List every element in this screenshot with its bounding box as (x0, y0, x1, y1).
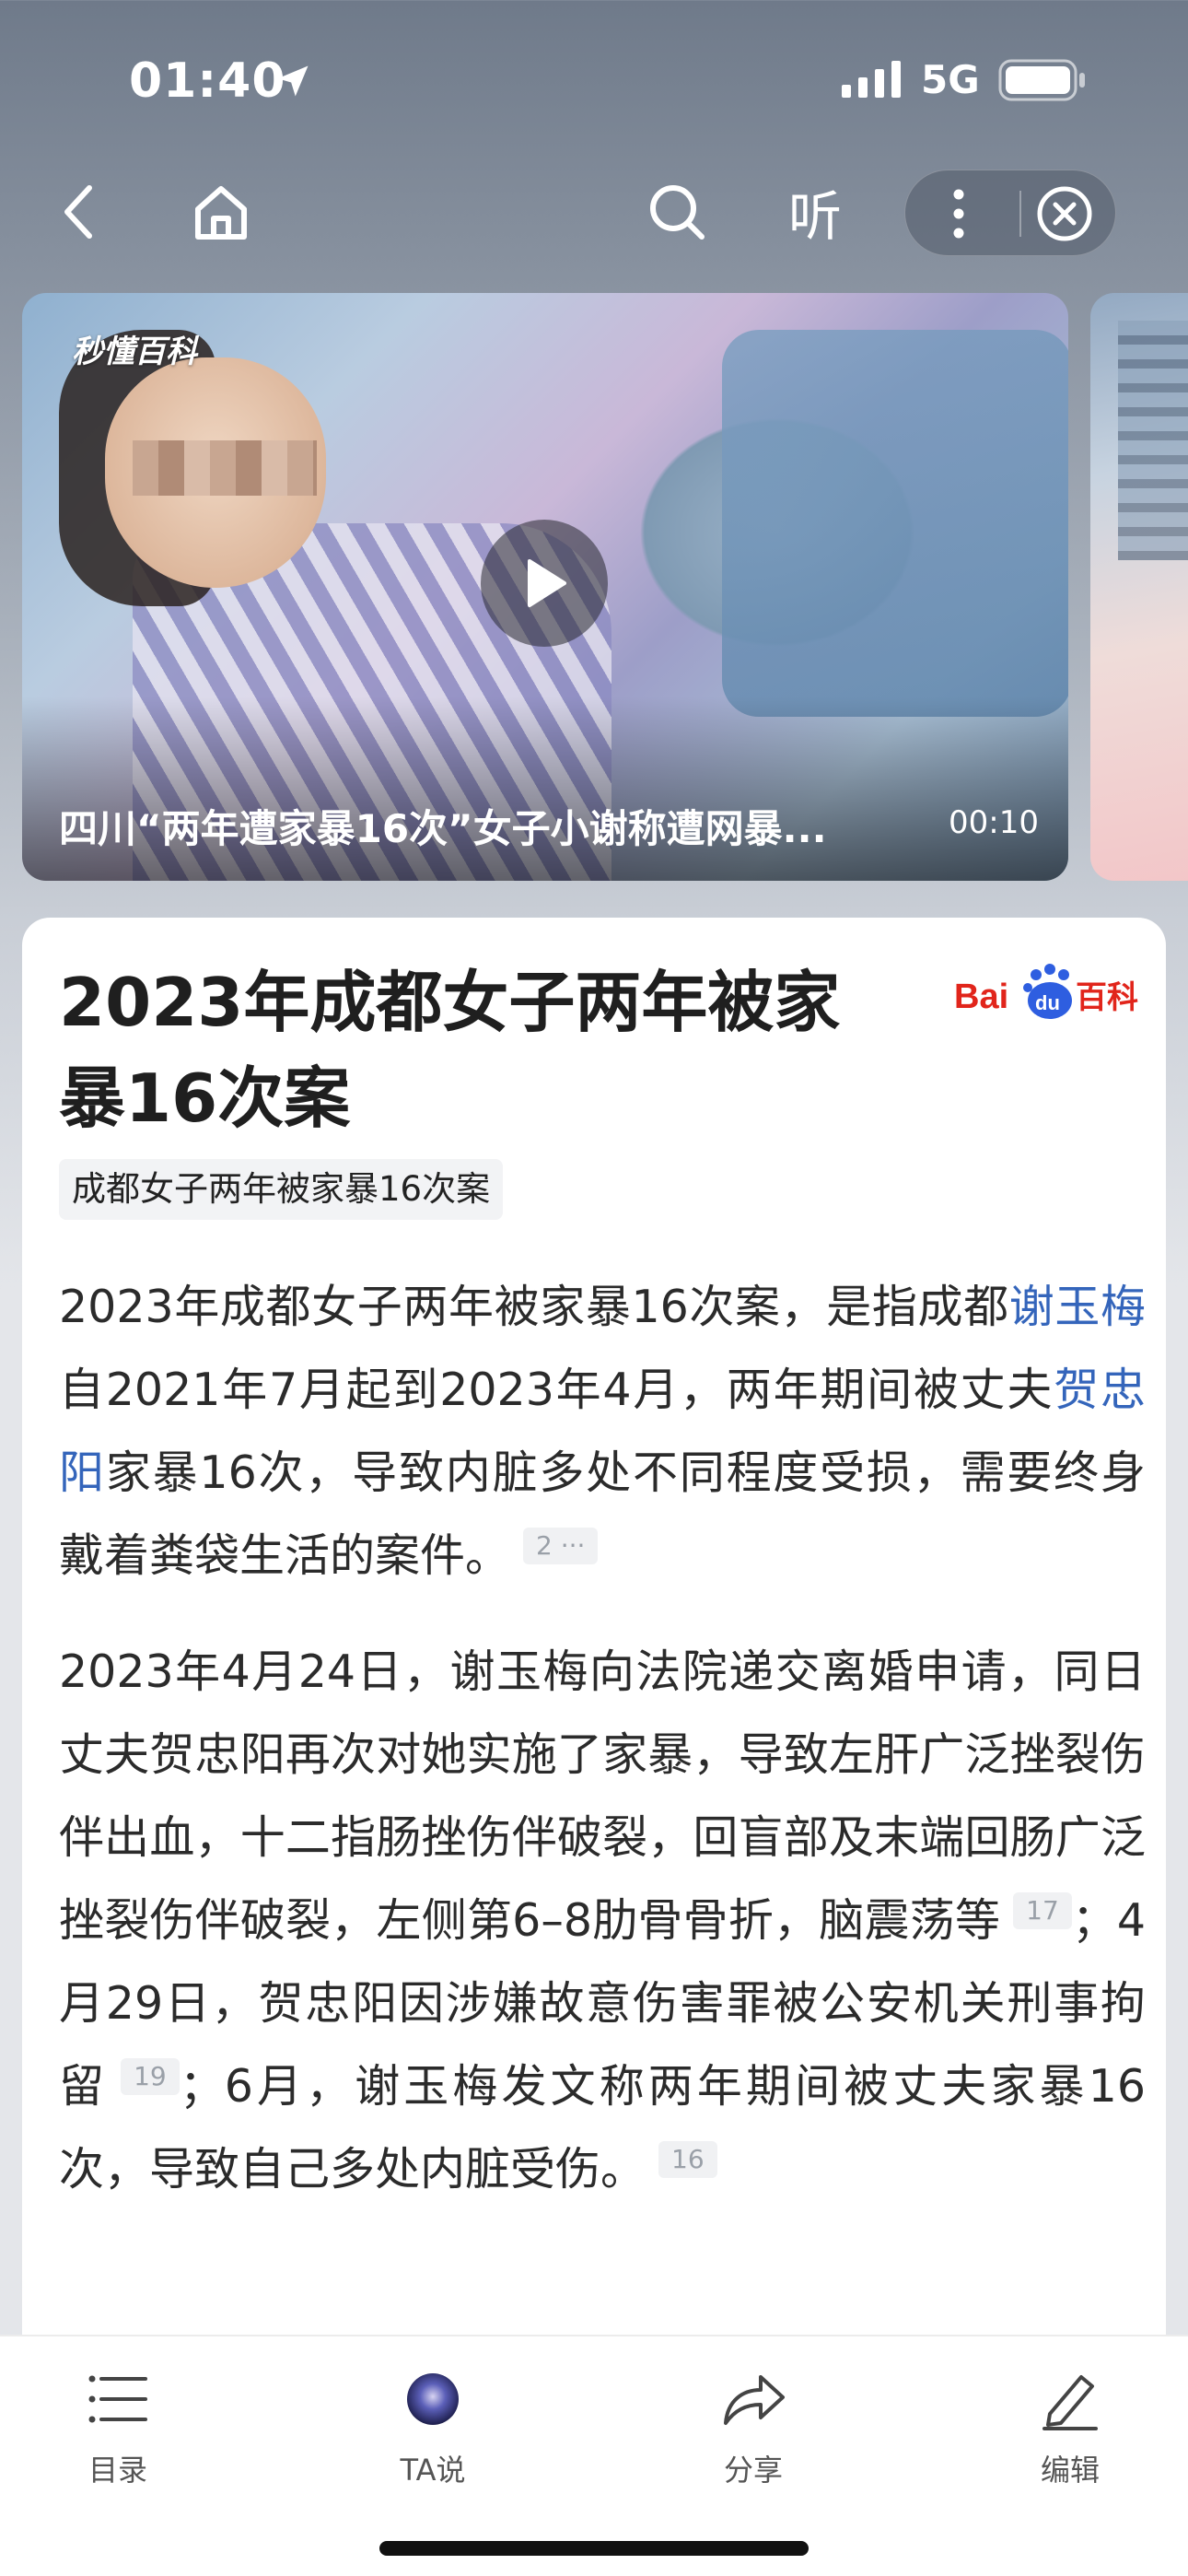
mini-program-capsule (904, 170, 1116, 256)
battery-icon (998, 59, 1085, 101)
home-button[interactable] (184, 175, 258, 249)
article-tag[interactable]: 成都女子两年被家暴16次案 (59, 1159, 504, 1220)
p1-text-2: 自2021年7月起到2023年4月，两年期间被丈夫 (59, 1364, 1054, 1416)
status-time: 01:40 (129, 53, 286, 109)
ta-avatar-icon (407, 2373, 459, 2425)
home-indicator[interactable] (379, 2541, 809, 2556)
location-arrow-icon (277, 65, 309, 97)
article-card: 2023年成都女子两年被家暴16次案 Bai du 百科 成都女子两年被家暴16… (22, 918, 1166, 2336)
share-arrow-icon (724, 2375, 785, 2425)
miaodong-baike-logo: 秒懂百科 (72, 334, 197, 370)
baike-logo-du: du (1035, 991, 1060, 1014)
next-video-thumbnail (1118, 321, 1188, 560)
baike-logo-bai: Bai (954, 978, 1008, 1016)
edit-button[interactable]: 编辑 (996, 2359, 1144, 2488)
toc-label: 目录 (87, 2453, 147, 2488)
cellular-signal-icon (842, 61, 901, 98)
search-icon (650, 185, 705, 240)
capsule-divider (1019, 191, 1021, 237)
listen-button[interactable]: 听 (774, 173, 856, 251)
article-paragraph-1: 2023年成都女子两年被家暴16次案，是指成都谢玉梅自2021年7月起到2023… (59, 1266, 1146, 1598)
baidu-baike-logo: Bai du 百科 (954, 964, 1138, 1019)
video-title: 四川“两年遭家暴16次”女子小谢称遭网暴... (59, 806, 827, 851)
bottom-toolbar: 目录 TA说 分享 编辑 (0, 2335, 1188, 2576)
reference-badge[interactable]: 2 ··· (523, 1528, 599, 1564)
video-thumbnail-mosaic (133, 440, 317, 496)
p1-text-1: 2023年成都女子两年被家暴16次案，是指成都 (59, 1281, 1009, 1333)
video-card[interactable]: 秒懂百科 四川“两年遭家暴16次”女子小谢称遭网暴... 00:10 (22, 293, 1068, 881)
search-button[interactable] (640, 175, 714, 249)
article-title: 2023年成都女子两年被家暴16次案 (59, 964, 841, 1137)
reference-badge[interactable]: 19 (121, 2058, 180, 2095)
baike-logo-baike: 百科 (1076, 979, 1138, 1016)
ta-says-button[interactable]: TA说 (359, 2359, 507, 2488)
play-icon (528, 559, 566, 607)
toc-button[interactable]: 目录 (44, 2359, 192, 2488)
home-icon (195, 186, 247, 240)
video-duration: 00:10 (949, 804, 1039, 841)
list-icon (88, 2375, 147, 2423)
close-circle-icon[interactable] (1032, 183, 1097, 244)
p1-text-3: 家暴16次，导致内脏多处不同程度受损，需要终身戴着粪袋生活的案件。 (59, 1446, 1146, 1582)
reference-badge[interactable]: 17 (1013, 1892, 1072, 1929)
more-vertical-icon[interactable] (931, 181, 986, 246)
back-button[interactable] (46, 175, 111, 249)
pencil-icon (1042, 2375, 1098, 2430)
play-button[interactable] (481, 520, 608, 647)
article-paragraph-2: 2023年4月24日，谢玉梅向法院递交离婚申请，同日丈夫贺忠阳再次对她实施了家暴… (59, 1631, 1146, 2211)
chevron-left-icon (64, 185, 92, 239)
share-label: 分享 (723, 2453, 783, 2488)
nav-bar: 听 (0, 157, 1188, 267)
network-type: 5G (921, 57, 980, 102)
p2-text-3: ；6月，谢玉梅发文称两年期间被丈夫家暴16次，导致自己多处内脏受伤。 (59, 2060, 1146, 2195)
video-thumbnail-pillow (722, 330, 1068, 717)
link-xie-yumei[interactable]: 谢玉梅 (1009, 1281, 1146, 1333)
next-video-card[interactable] (1090, 293, 1188, 881)
share-button[interactable]: 分享 (680, 2359, 827, 2488)
status-bar: 01:40 5G (0, 0, 1188, 157)
p2-text-1: 2023年4月24日，谢玉梅向法院递交离婚申请，同日丈夫贺忠阳再次对她实施了家暴… (59, 1645, 1146, 1947)
video-carousel: 秒懂百科 四川“两年遭家暴16次”女子小谢称遭网暴... 00:10 (22, 293, 1188, 883)
reference-badge[interactable]: 16 (658, 2141, 717, 2178)
ta-says-label: TA说 (400, 2453, 466, 2488)
edit-label: 编辑 (1040, 2453, 1100, 2488)
